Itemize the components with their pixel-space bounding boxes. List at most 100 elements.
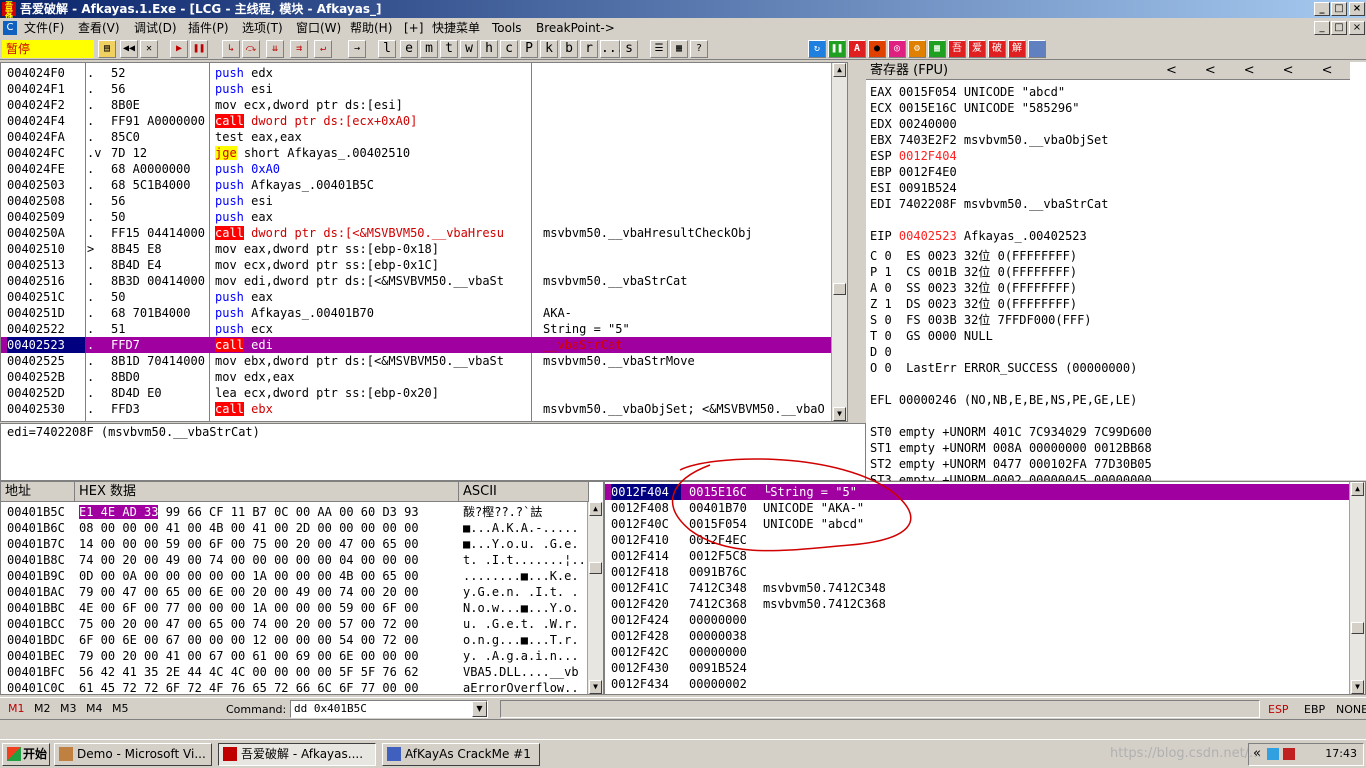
mark-m2[interactable]: M2 [34, 702, 51, 715]
register-flag-line[interactable]: S 0 FS 003B 32位 7FFDF000(FFF) [870, 312, 1092, 328]
register-line[interactable]: ECX 0015E16C UNICODE "585296" [870, 100, 1080, 116]
disasm-row[interactable]: 00402522. 51 push ecx String = "5" [1, 321, 833, 337]
register-flag-line[interactable]: O 0 LastErr ERROR_SUCCESS (00000000) [870, 360, 1137, 376]
plugin-a-button[interactable]: A [848, 40, 866, 58]
disasm-row[interactable]: 0040250A. FF15 04414000 call dword ptr ds:… [1, 225, 833, 241]
command-dropdown-icon[interactable]: ▼ [472, 701, 487, 717]
stack-row[interactable]: 0012F430 0091B524 [605, 660, 1349, 676]
plugin-jie-button[interactable]: 解 [1008, 40, 1026, 58]
help-icon[interactable]: ? [690, 40, 708, 58]
register-flag-line[interactable]: EFL 00000246 (NO,NB,E,BE,NS,PE,GE,LE) [870, 392, 1137, 408]
toolbar-handles-button[interactable]: h [480, 40, 498, 58]
toolbar-patches-button[interactable]: P [520, 40, 538, 58]
disasm-row[interactable]: 0040252D. 8D4D E0 lea ecx,dword ptr ss:[eb… [1, 385, 833, 401]
open-icon[interactable]: ▤ [98, 40, 116, 58]
disasm-row[interactable]: 004024FE. 68 A0000000 push 0xA0 [1, 161, 833, 177]
disasm-row[interactable]: 004024F2. 8B0E mov ecx,dword ptr ds:[esi] [1, 97, 833, 113]
command-combobox[interactable]: dd 0x401B5C ▼ [290, 700, 488, 718]
stack-row[interactable]: 0012F434 00000002 [605, 676, 1349, 692]
close-process-icon[interactable]: ✕ [140, 40, 158, 58]
step-into-icon[interactable]: ↳ [222, 40, 240, 58]
disasm-row[interactable]: 004024F1. 56 push esi [1, 81, 833, 97]
refresh-icon[interactable]: ↻ [808, 40, 826, 58]
menu-plugins[interactable]: 插件(P) [188, 18, 229, 38]
dump-row[interactable]: 00401BCC 75 00 20 00 47 00 65 00 74 00 20… [1, 616, 589, 632]
toolbar-stack-button[interactable]: k [540, 40, 558, 58]
plugin-ai-button[interactable]: 爱 [968, 40, 986, 58]
register-line[interactable]: EDI 7402208F msvbvm50.__vbaStrCat [870, 196, 1108, 212]
dump-row[interactable]: 00401C0C 61 45 72 72 6F 72 4F 76 65 72 66… [1, 680, 589, 694]
menu-debug[interactable]: 调试(D) [134, 18, 177, 38]
menu-options[interactable]: 选项(T) [242, 18, 283, 38]
menu-breakpoint[interactable]: BreakPoint-> [536, 18, 615, 38]
menu-file[interactable]: 文件(F) [24, 18, 64, 38]
disasm-row[interactable]: 00402508. 56 push esi [1, 193, 833, 209]
plugin-po-button[interactable]: 破 [988, 40, 1006, 58]
disasm-row[interactable]: 00402525. 8B1D 70414000 mov ebx,dword ptr … [1, 353, 833, 369]
disasm-row[interactable]: 00402523. FFD7 call edi __vbaStrCat [1, 337, 833, 353]
dump-row[interactable]: 00401B6C 08 00 00 00 41 00 4B 00 41 00 2D… [1, 520, 589, 536]
mdi-close-button[interactable]: × [1349, 21, 1365, 35]
toolbar-memory-button[interactable]: m [420, 40, 438, 58]
register-line[interactable]: EIP 00402523 Afkayas_.00402523 [870, 228, 1087, 244]
dump-row[interactable]: 00401B9C 0D 00 0A 00 00 00 00 00 1A 00 00… [1, 568, 589, 584]
task-debugger[interactable]: 吾爱破解 - Afkayas.... [218, 743, 376, 766]
options-icon[interactable]: ▦ [670, 40, 688, 58]
toolbar-references-button[interactable]: r [580, 40, 598, 58]
disassembly-pane[interactable]: 004024F0. 52 push edx 004024F1. 56 push esi 00… [0, 62, 848, 422]
menu-tools[interactable]: Tools [492, 18, 522, 38]
dump-header-ascii[interactable]: ASCII [459, 482, 589, 502]
disasm-row[interactable]: 0040251C. 50 push eax [1, 289, 833, 305]
pause-green-icon[interactable]: ❚❚ [828, 40, 846, 58]
disassembly-scrollbar[interactable]: ▲ ▼ [831, 63, 847, 421]
toolbar-source-button[interactable]: s [620, 40, 638, 58]
disasm-row[interactable]: 004024F4. FF91 A0000000 call dword ptr ds:… [1, 113, 833, 129]
minimize-button[interactable]: _ [1314, 2, 1330, 16]
close-button[interactable]: × [1349, 2, 1365, 16]
task-crackme[interactable]: AfKayAs CrackMe #1 [382, 743, 540, 766]
mdi-icon[interactable]: C [3, 21, 17, 35]
start-button[interactable]: 开始 [2, 743, 50, 766]
registers-nav-arrows[interactable]: <<<<< [1166, 62, 1360, 80]
register-line[interactable]: EBP 0012F4E0 [870, 164, 957, 180]
disasm-row[interactable]: 00402513. 8B4D E4 mov ecx,dword ptr ss:[eb… [1, 257, 833, 273]
register-flag-line[interactable]: C 0 ES 0023 32位 0(FFFFFFFF) [870, 248, 1077, 264]
register-flag-line[interactable]: D 0 [870, 344, 892, 360]
list-icon[interactable]: ☰ [650, 40, 668, 58]
goto-icon[interactable]: → [348, 40, 366, 58]
mark-m3[interactable]: M3 [60, 702, 77, 715]
record-icon[interactable]: ● [868, 40, 886, 58]
register-flag-line[interactable]: A 0 SS 0023 32位 0(FFFFFFFF) [870, 280, 1077, 296]
disasm-row[interactable]: 00402503. 68 5C1B4000 push Afkayas_.00401B… [1, 177, 833, 193]
command-input[interactable]: dd 0x401B5C [294, 702, 367, 715]
dump-row[interactable]: 00401B7C 14 00 00 00 59 00 6F 00 75 00 20… [1, 536, 589, 552]
dump-header-address[interactable]: 地址 [1, 482, 75, 502]
mark-m5[interactable]: M5 [112, 702, 129, 715]
maximize-button[interactable]: □ [1331, 2, 1347, 16]
pause-icon[interactable]: ❚❚ [190, 40, 208, 58]
disasm-row[interactable]: 004024F0. 52 push edx [1, 65, 833, 81]
disasm-row[interactable]: 00402510 >8B45 E8 mov eax,dword ptr ss:[eb… [1, 241, 833, 257]
stack-row[interactable]: 0012F424 00000000 [605, 612, 1349, 628]
register-line[interactable]: EDX 00240000 [870, 116, 957, 132]
register-line[interactable]: ESP 0012F404 [870, 148, 957, 164]
register-line[interactable]: ESI 0091B524 [870, 180, 957, 196]
animate-over-icon[interactable]: ⇉ [290, 40, 308, 58]
mode-none[interactable]: NONE [1336, 703, 1366, 716]
dump-row[interactable]: 00401BBC 4E 00 6F 00 77 00 00 00 1A 00 00… [1, 600, 589, 616]
stack-row[interactable]: 0012F420 7412C368 msvbvm50.7412C368 [605, 596, 1349, 612]
menu-expand[interactable]: [+] [404, 18, 423, 38]
menu-window[interactable]: 窗口(W) [296, 18, 341, 38]
stack-scrollbar[interactable]: ▲ ▼ [1349, 482, 1365, 694]
plugin-wu-button[interactable]: 吾 [948, 40, 966, 58]
toolbar-windows-button[interactable]: w [460, 40, 478, 58]
dump-row[interactable]: 00401BFC 56 42 41 35 2E 44 4C 4C 00 00 00… [1, 664, 589, 680]
tray-icon-1[interactable] [1267, 748, 1279, 760]
step-over-icon[interactable]: ⤼ [242, 40, 260, 58]
dump-row[interactable]: 00401BAC 79 00 47 00 65 00 6E 00 20 00 49… [1, 584, 589, 600]
run-icon[interactable]: ▶ [170, 40, 188, 58]
disasm-row[interactable]: 0040251D. 68 701B4000 push Afkayas_.00401B… [1, 305, 833, 321]
registers-pane[interactable]: 寄存器 (FPU) <<<<< EAX 0015F054 UNICODE "ab… [866, 62, 1366, 503]
dump-header-hex[interactable]: HEX 数据 [75, 482, 459, 502]
grid-icon[interactable]: ▦ [928, 40, 946, 58]
